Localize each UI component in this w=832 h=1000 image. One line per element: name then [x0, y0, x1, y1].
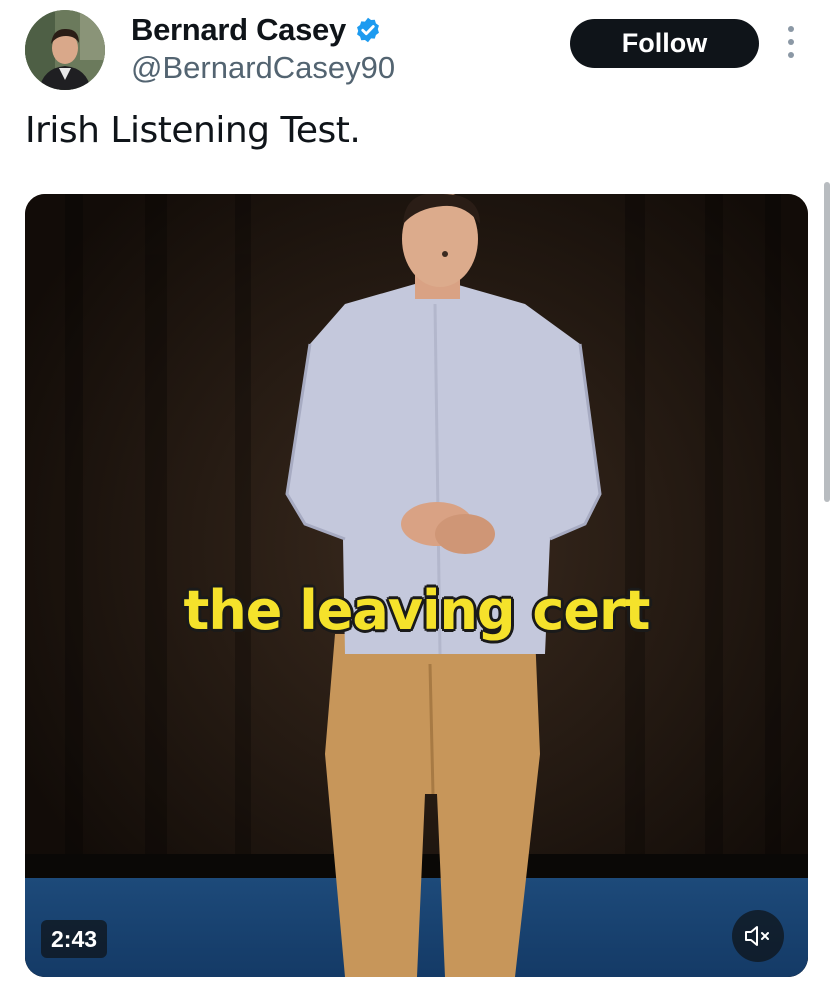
- mute-button[interactable]: [732, 910, 784, 962]
- more-options-icon[interactable]: [780, 26, 802, 58]
- more-dot: [788, 39, 794, 45]
- verified-badge-icon: [356, 17, 379, 43]
- display-name[interactable]: Bernard Casey: [131, 12, 346, 48]
- avatar-photo: [25, 10, 105, 90]
- tweet-header: Bernard Casey @BernardCasey90 Follow: [0, 0, 832, 100]
- scrollbar[interactable]: [822, 182, 832, 502]
- name-row: Bernard Casey: [131, 12, 382, 48]
- tweet-text: Irish Listening Test.: [25, 110, 361, 151]
- video-player[interactable]: the leaving cert 2:43: [25, 194, 808, 977]
- more-dot: [788, 26, 794, 32]
- more-dot: [788, 52, 794, 58]
- scrollbar-thumb[interactable]: [824, 182, 830, 502]
- avatar[interactable]: [25, 10, 105, 90]
- handle[interactable]: @BernardCasey90: [131, 50, 395, 86]
- speaker-muted-icon: [745, 926, 769, 946]
- follow-button[interactable]: Follow: [570, 19, 759, 68]
- video-caption: the leaving cert: [183, 579, 651, 642]
- video-duration-badge: 2:43: [41, 920, 108, 958]
